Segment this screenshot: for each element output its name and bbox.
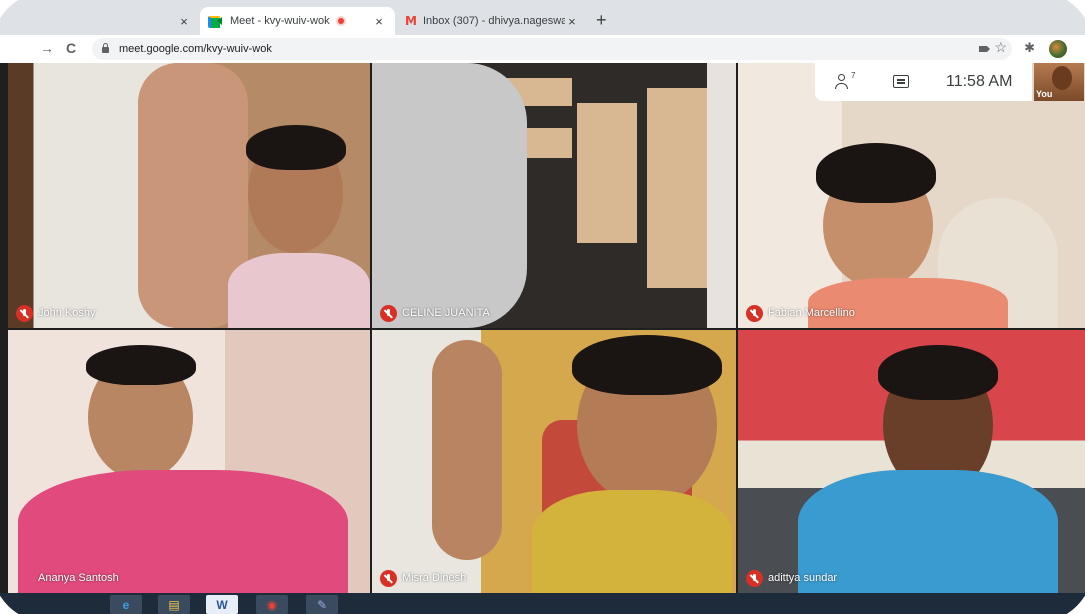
participant-name: Fabian Marcellino [768,307,855,319]
mic-off-icon [380,305,397,322]
meet-logo-icon [208,15,222,28]
forward-button[interactable]: → [40,40,54,56]
ie-icon[interactable]: e [110,595,142,614]
participant-tile[interactable]: Misra Dinesh [372,330,736,593]
self-view-tile[interactable]: You [1034,63,1084,101]
close-tab-icon[interactable]: × [565,14,579,29]
participant-name: John Koshy [38,307,96,319]
mic-off-icon [16,305,33,322]
thumbs-up [432,340,502,560]
tab-meet-label: Meet - kvy-wuiv-wok [230,15,330,27]
paint-icon[interactable]: ✎ [306,595,338,614]
new-tab-button[interactable]: + [596,10,607,31]
gmail-logo-icon: M [405,14,417,28]
meet-video-grid: John Koshy CELINE JUANITA Fabian Marcell… [0,63,1085,593]
tab-meet[interactable]: Meet - kvy-wuiv-wok × [200,7,395,35]
participant-tile[interactable]: adittya sundar [738,330,1085,593]
tab-strip: × Meet - kvy-wuiv-wok × M Inbox (307) - … [0,0,1085,35]
participant-name: Misra Dinesh [402,572,467,584]
reload-button[interactable]: C [66,40,76,56]
folder-icon[interactable]: ▤ [158,595,190,614]
self-label: You [1036,89,1053,99]
os-taskbar: e ▤ W ◉ ✎ [0,593,1085,614]
url-text: meet.google.com/kvy-wuiv-wok [119,43,272,55]
address-toolbar: → C meet.google.com/kvy-wuiv-wok ☆ ✱ [0,35,1085,63]
close-tab-icon[interactable]: × [371,14,387,29]
meeting-clock: 11:58 AM [946,73,1013,90]
mic-off-icon [380,570,397,587]
close-tab-icon[interactable]: × [176,14,192,29]
profile-avatar[interactable] [1049,40,1067,58]
chrome-icon[interactable]: ◉ [256,595,288,614]
meet-top-controls: 7 11:58 AM [815,63,1032,101]
participant-name: Ananya Santosh [38,572,119,584]
mic-off-icon [746,305,763,322]
hand [372,63,527,328]
participant-name: CELINE JUANITA [402,307,490,319]
participant-tile[interactable]: CELINE JUANITA [372,63,736,328]
recording-icon [335,16,346,26]
chat-icon[interactable] [893,75,909,88]
participant-tile[interactable]: Fabian Marcellino [738,63,1085,328]
participant-count: 7 [851,71,856,80]
bookmark-star-icon[interactable]: ☆ [994,39,1007,56]
word-icon[interactable]: W [206,595,238,614]
tab-inbox[interactable]: M Inbox (307) - dhivya.nageswari@ × [397,7,587,35]
screen: × Meet - kvy-wuiv-wok × M Inbox (307) - … [0,0,1085,614]
participant-name: adittya sundar [768,572,838,584]
extensions-icon[interactable]: ✱ [1024,40,1035,56]
address-bar[interactable]: meet.google.com/kvy-wuiv-wok [92,38,1012,60]
tab-inbox-label: Inbox (307) - dhivya.nageswari@ [422,15,565,27]
mic-off-icon [746,570,763,587]
participant-tile[interactable]: Ananya Santosh [8,330,370,593]
lock-icon [102,43,109,53]
camera-icon[interactable] [979,46,990,52]
tab-previous[interactable]: × [150,7,200,35]
participant-tile[interactable]: John Koshy [8,63,370,328]
